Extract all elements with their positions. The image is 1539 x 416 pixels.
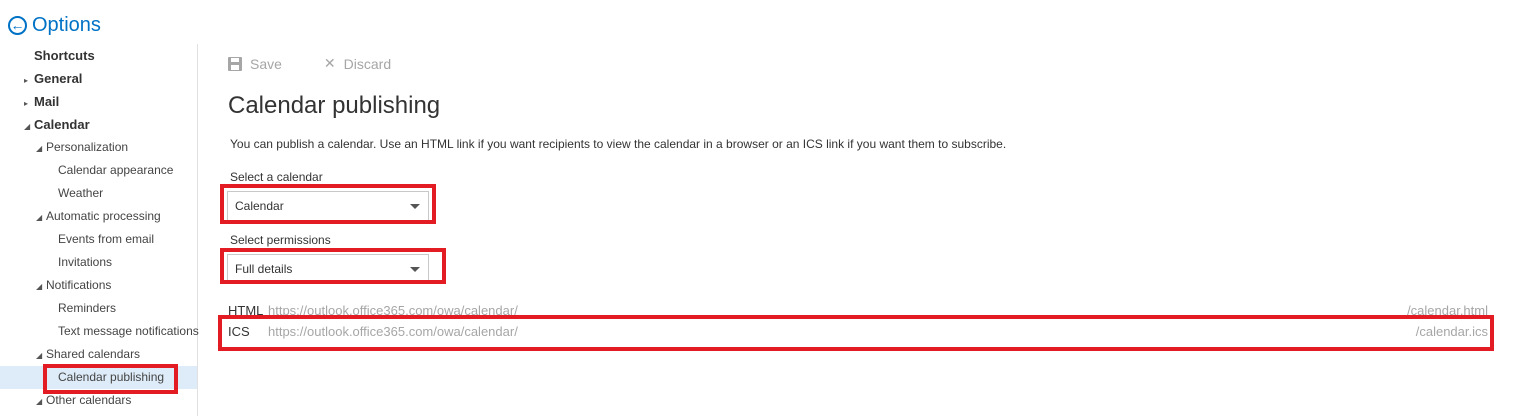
back-arrow-icon[interactable]: ← [8, 15, 27, 35]
options-back-link[interactable]: ← Options [8, 13, 101, 37]
sidebar-item-text-message-notifications[interactable]: Text message notifications [0, 320, 199, 343]
highlight-box-sidebar [43, 364, 178, 394]
page-title: Calendar publishing [228, 92, 441, 119]
sidebar-item-invitations[interactable]: Invitations [0, 251, 197, 274]
caret-down-icon[interactable]: ◢ [36, 206, 46, 229]
sidebar-item-automatic-processing[interactable]: ◢ Automatic processing [0, 205, 197, 228]
sidebar-item-shared-calendars[interactable]: ◢ Shared calendars [0, 343, 197, 366]
caret-down-icon[interactable]: ◢ [36, 275, 46, 298]
sidebar-item-general[interactable]: ▸ General [0, 67, 197, 90]
toolbar: Save ✕ Discard [228, 55, 433, 72]
sidebar-item-personalization[interactable]: ◢ Personalization [0, 136, 197, 159]
options-sidebar: Shortcuts ▸ General ▸ Mail ◢ Calendar ◢ Pers… [0, 44, 199, 416]
highlight-box-permissions-select [220, 248, 446, 284]
caret-right-icon[interactable]: ▸ [24, 92, 34, 115]
close-icon: ✕ [323, 55, 336, 71]
highlight-box-calendar-select [220, 184, 436, 224]
calendar-select-label: Select a calendar [230, 170, 323, 184]
sidebar-item-notifications[interactable]: ◢ Notifications [0, 274, 197, 297]
page-description: You can publish a calendar. Use an HTML … [230, 137, 1007, 151]
discard-button[interactable]: ✕ Discard [324, 55, 391, 72]
sidebar-item-weather[interactable]: Weather [0, 182, 197, 205]
sidebar-item-calendar-appearance[interactable]: Calendar appearance [0, 159, 197, 182]
save-button[interactable]: Save [228, 56, 282, 72]
options-title[interactable]: Options [32, 13, 101, 37]
caret-down-icon[interactable]: ◢ [24, 115, 34, 138]
highlight-box-ics-link [218, 315, 1494, 351]
sidebar-item-mail[interactable]: ▸ Mail [0, 90, 197, 113]
sidebar-item-events-from-email[interactable]: Events from email [0, 228, 197, 251]
sidebar-item-shortcuts[interactable]: Shortcuts [0, 44, 197, 67]
caret-right-icon[interactable]: ▸ [24, 69, 34, 92]
caret-down-icon[interactable]: ◢ [36, 137, 46, 160]
permissions-select-label: Select permissions [230, 233, 331, 247]
save-icon [228, 56, 242, 71]
sidebar-item-calendar[interactable]: ◢ Calendar [0, 113, 197, 136]
sidebar-item-reminders[interactable]: Reminders [0, 297, 197, 320]
